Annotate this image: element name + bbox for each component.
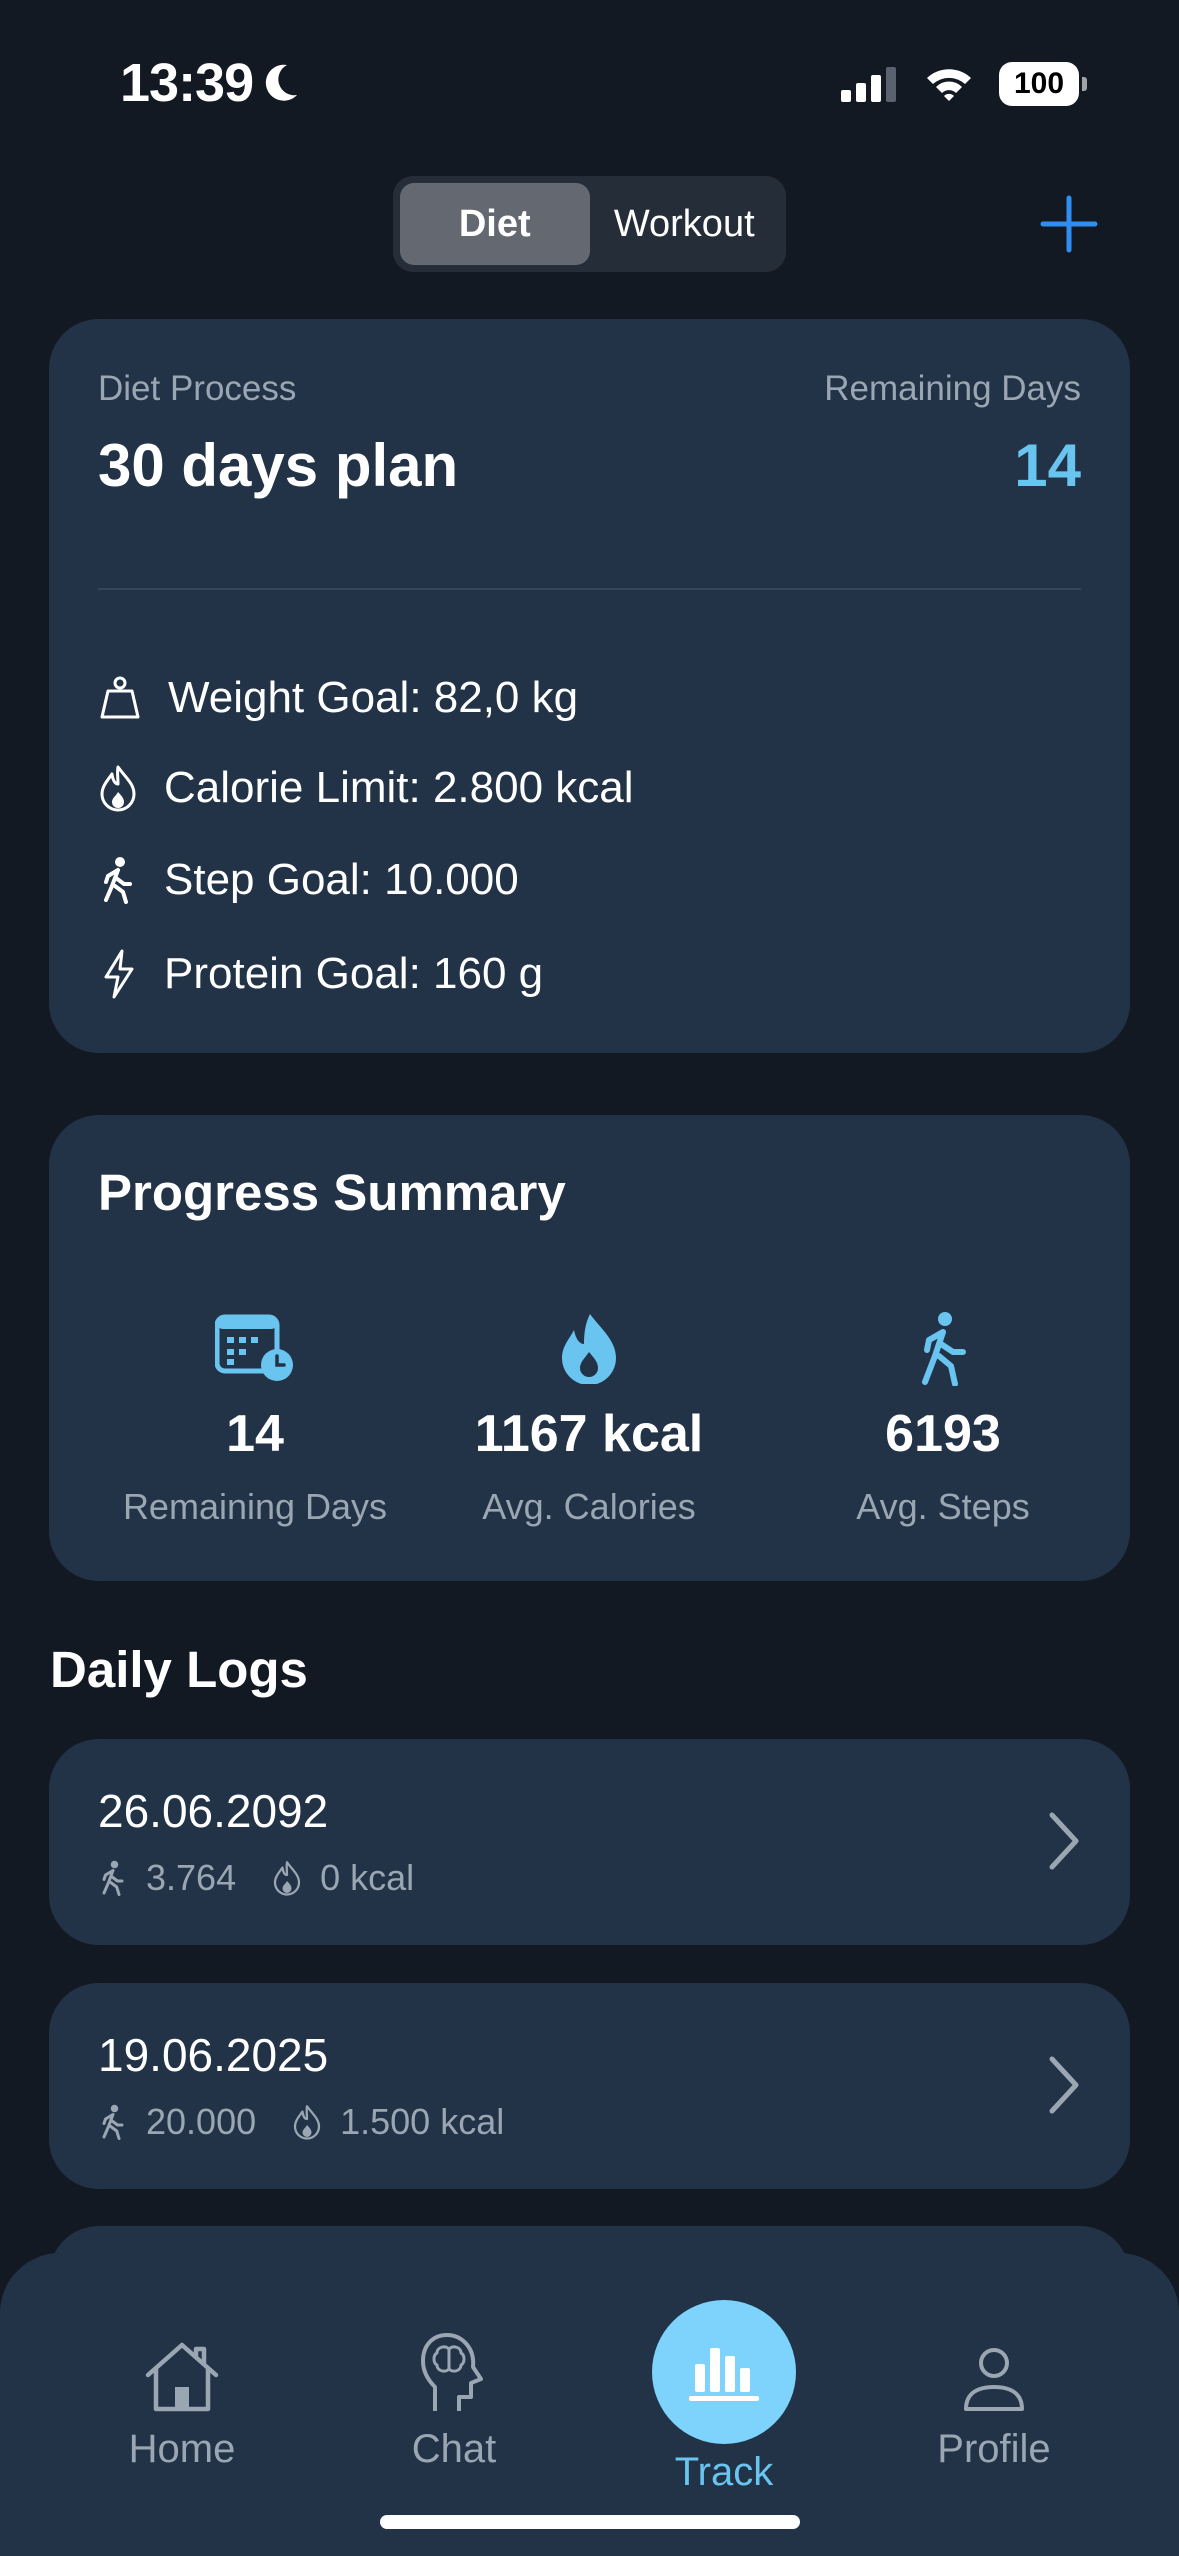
lightning-icon xyxy=(98,949,138,999)
remaining-days-label: Remaining Days xyxy=(824,369,1081,408)
status-time: 13:39 xyxy=(120,52,299,114)
add-icon[interactable] xyxy=(1039,194,1099,254)
segment-diet[interactable]: Diet xyxy=(400,183,590,265)
bar-chart-icon xyxy=(689,2348,759,2401)
cellular-signal-icon xyxy=(841,67,896,102)
home-indicator xyxy=(380,2515,800,2529)
tab-track[interactable] xyxy=(652,2300,796,2444)
tab-bar: Home Chat Track Profile xyxy=(0,2253,1179,2556)
calorie-limit-row: Calorie Limit: 2.800 kcal xyxy=(98,763,634,813)
flame-outline-icon xyxy=(98,764,138,812)
log-date: 26.06.2092 xyxy=(98,1785,329,1837)
battery-indicator: 100 xyxy=(999,62,1087,106)
weight-icon xyxy=(98,674,142,722)
tab-profile[interactable]: Profile xyxy=(894,2333,1094,2472)
divider xyxy=(98,588,1081,590)
step-goal-row: Step Goal: 10.000 xyxy=(98,855,519,905)
daily-log-item[interactable]: 26.06.2092 3.764 0 kcal xyxy=(49,1739,1130,1945)
weight-goal-row: Weight Goal: 82,0 kg xyxy=(98,673,578,723)
segment-workout[interactable]: Workout xyxy=(590,183,780,265)
status-icons: 100 xyxy=(841,62,1087,106)
diet-process-label: Diet Process xyxy=(98,369,297,408)
brain-head-icon xyxy=(354,2333,554,2413)
person-icon xyxy=(894,2333,1094,2413)
tab-track-label: Track xyxy=(674,2450,774,2494)
walking-icon xyxy=(98,856,138,904)
flame-outline-icon xyxy=(293,2105,321,2140)
moon-icon xyxy=(265,64,298,101)
daily-logs-title: Daily Logs xyxy=(50,1641,308,1698)
progress-summary-card: Progress Summary 14 Remaining Days 1167 … xyxy=(49,1115,1130,1581)
daily-log-item[interactable]: 19.06.2025 20.000 1.500 kcal xyxy=(49,1983,1130,2189)
flame-icon xyxy=(419,1310,759,1386)
calendar-clock-icon xyxy=(85,1310,425,1386)
plan-title: 30 days plan xyxy=(98,432,459,499)
walking-icon xyxy=(773,1310,1113,1386)
stat-avg-steps: 6193 Avg. Steps xyxy=(773,1310,1113,1528)
diet-plan-card: Diet Process 30 days plan Remaining Days… xyxy=(49,319,1130,1053)
flame-outline-icon xyxy=(273,1861,301,1896)
walking-icon xyxy=(102,1860,124,1896)
protein-goal-row: Protein Goal: 160 g xyxy=(98,949,543,999)
tab-chat[interactable]: Chat xyxy=(354,2333,554,2472)
stat-remaining-days: 14 Remaining Days xyxy=(85,1310,425,1528)
stat-avg-calories: 1167 kcal Avg. Calories xyxy=(419,1310,759,1528)
log-meta: 3.764 0 kcal xyxy=(98,1857,414,1899)
diet-workout-segmented-control: Diet Workout xyxy=(393,176,786,272)
log-date: 19.06.2025 xyxy=(98,2029,329,2081)
progress-summary-title: Progress Summary xyxy=(98,1164,566,1221)
log-meta: 20.000 1.500 kcal xyxy=(98,2101,504,2143)
remaining-days-value: 14 xyxy=(1014,432,1081,499)
walking-icon xyxy=(102,2104,124,2140)
chevron-right-icon xyxy=(1049,2056,1079,2114)
home-icon xyxy=(82,2333,282,2413)
wifi-icon xyxy=(927,69,971,101)
tab-home[interactable]: Home xyxy=(82,2333,282,2472)
chevron-right-icon xyxy=(1049,1812,1079,1870)
